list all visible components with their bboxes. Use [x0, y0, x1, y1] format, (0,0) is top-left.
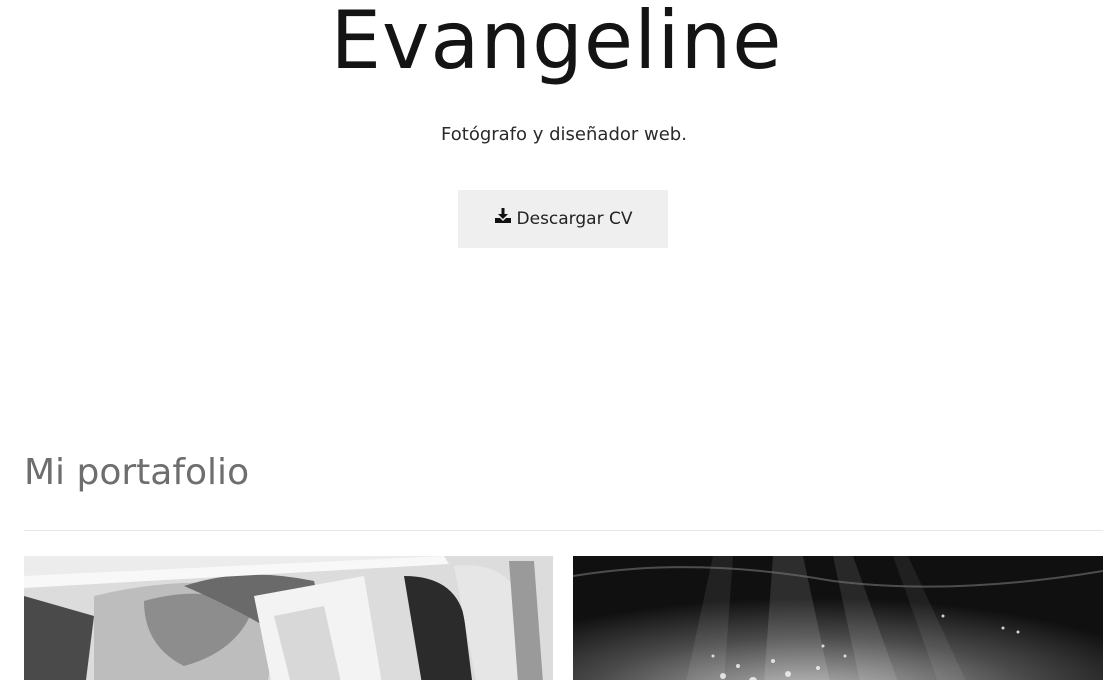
download-icon — [494, 207, 512, 225]
download-cv-button[interactable]: Descargar CV — [458, 190, 668, 248]
section-divider — [24, 530, 1103, 531]
download-cv-label: Descargar CV — [516, 209, 633, 229]
portfolio-image-1[interactable] — [24, 556, 553, 680]
page: Evangeline Fotógrafo y diseñador web. De… — [0, 0, 1113, 680]
portfolio-heading: Mi portafolio — [24, 452, 250, 493]
portfolio-image-2[interactable] — [573, 556, 1103, 680]
hero-title: Evangeline — [330, 0, 783, 87]
hero-subtitle: Fotógrafo y diseñador web. — [441, 124, 687, 145]
